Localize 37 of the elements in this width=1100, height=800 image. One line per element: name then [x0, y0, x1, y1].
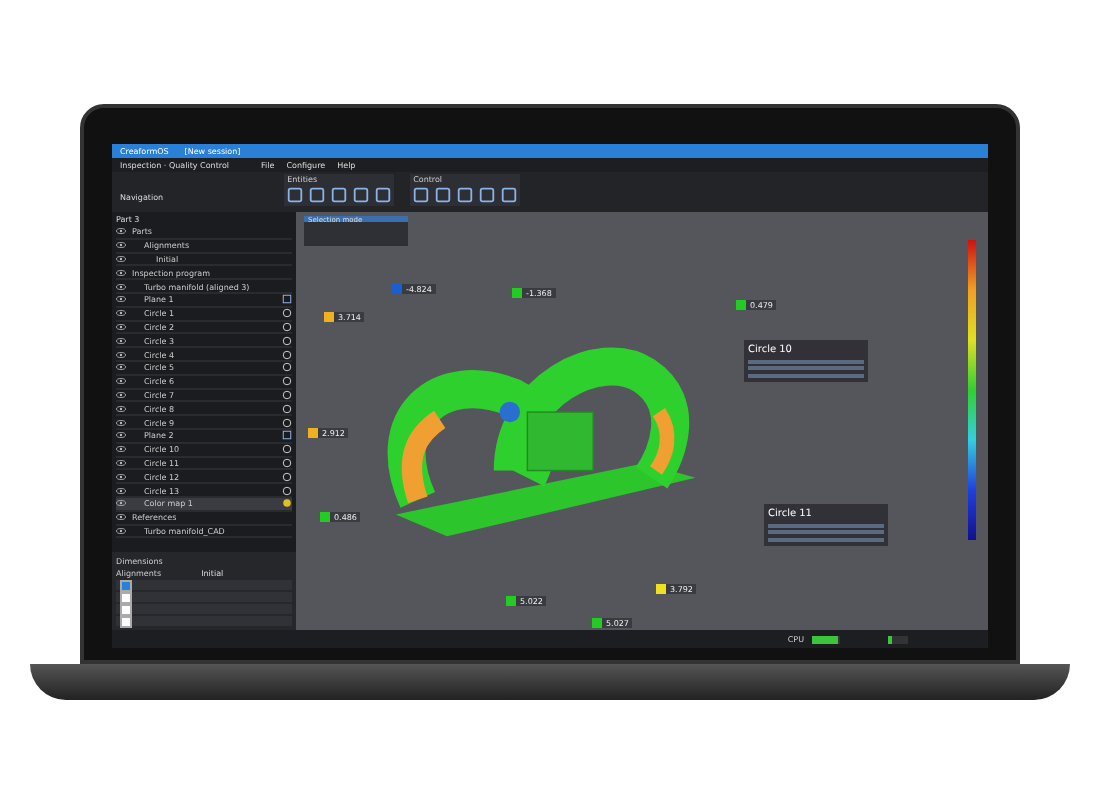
eye-icon[interactable]	[116, 432, 126, 439]
eye-icon[interactable]	[116, 473, 126, 480]
circle-icon	[282, 417, 292, 428]
eye-icon[interactable]	[116, 269, 126, 276]
table-row[interactable]	[116, 592, 292, 602]
eye-icon[interactable]	[116, 351, 126, 358]
cpu-meter	[812, 635, 840, 643]
eye-icon[interactable]	[116, 500, 126, 507]
eye-icon[interactable]	[116, 228, 126, 235]
eye-icon[interactable]	[116, 242, 126, 249]
eye-icon[interactable]	[116, 296, 126, 303]
circle-icon	[282, 335, 292, 346]
table-row[interactable]	[116, 580, 292, 590]
eye-icon[interactable]	[116, 364, 126, 371]
eye-icon[interactable]	[116, 337, 126, 344]
eye-icon[interactable]	[116, 487, 126, 494]
color-map-icon	[282, 498, 292, 509]
circle-icon	[282, 403, 292, 414]
eye-icon[interactable]	[116, 419, 126, 426]
eye-icon[interactable]	[116, 514, 126, 521]
eye-icon[interactable]	[116, 310, 126, 317]
eye-icon[interactable]	[116, 459, 126, 466]
eye-icon[interactable]	[116, 446, 126, 453]
eye-icon[interactable]	[116, 405, 126, 412]
plane-icon	[282, 294, 292, 305]
checkbox[interactable]	[120, 579, 132, 591]
plane-icon	[282, 430, 292, 441]
eye-icon[interactable]	[116, 391, 126, 398]
eye-icon[interactable]	[116, 323, 126, 330]
eye-icon[interactable]	[116, 378, 126, 385]
table-row[interactable]	[116, 616, 292, 626]
table-row[interactable]	[116, 604, 292, 614]
circle-icon	[282, 471, 292, 482]
eye-icon[interactable]	[116, 255, 126, 262]
circle-icon	[282, 485, 292, 496]
eye-icon[interactable]	[116, 283, 126, 290]
eye-icon[interactable]	[116, 527, 126, 534]
